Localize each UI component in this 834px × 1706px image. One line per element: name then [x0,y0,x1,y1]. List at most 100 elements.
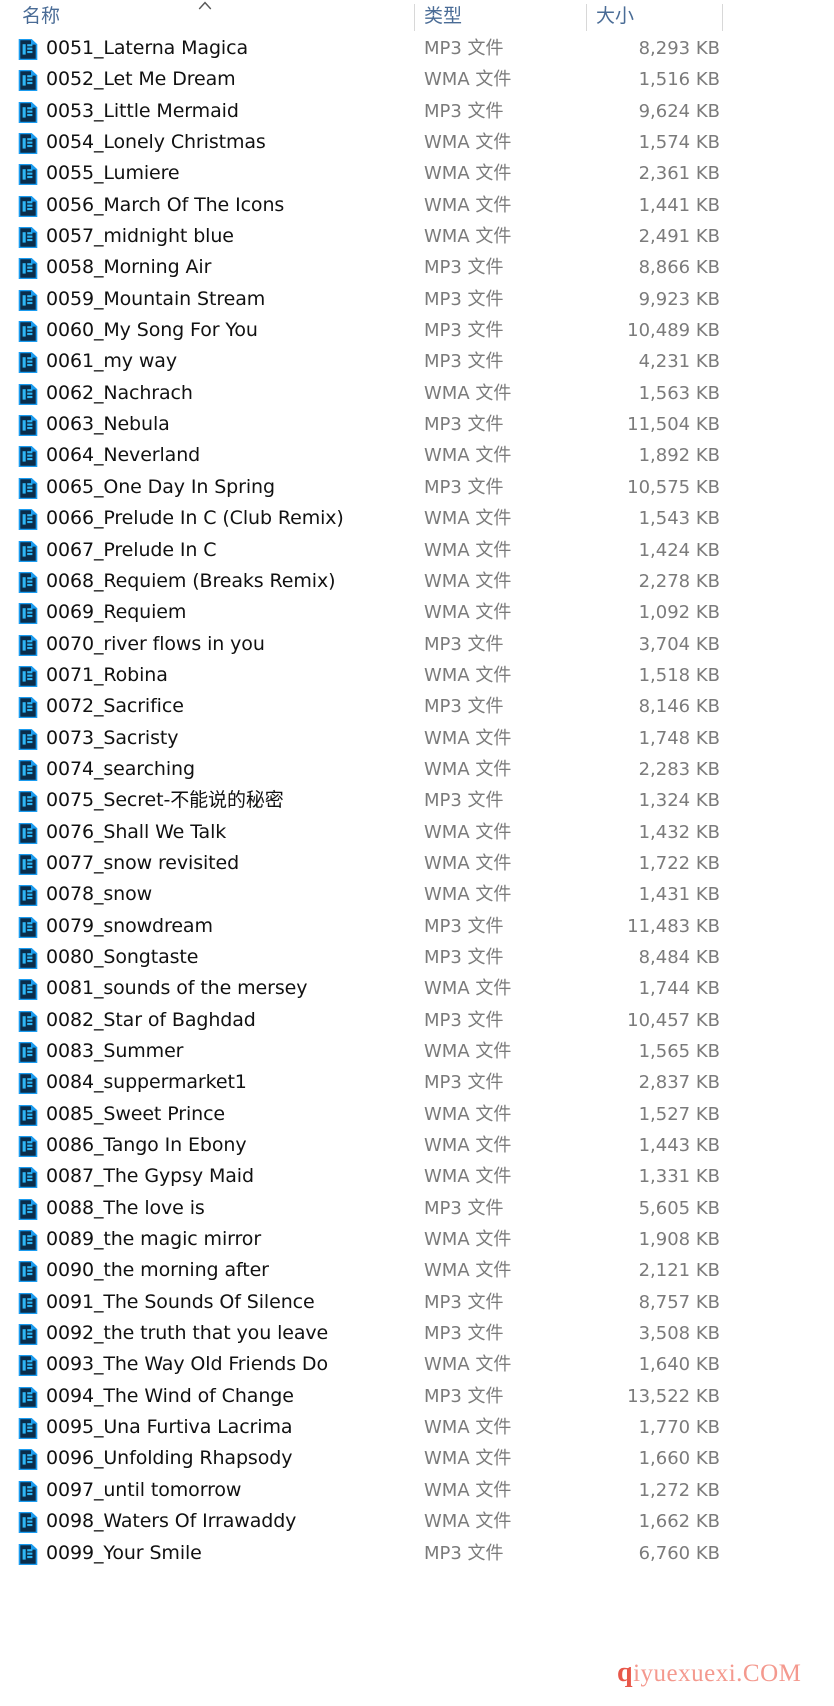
column-divider-1[interactable] [414,4,415,31]
table-row[interactable]: 0061_my way MP3 文件 4,231 KB [0,346,834,377]
table-row[interactable]: 0084_suppermarket1 MP3 文件 2,837 KB [0,1067,834,1098]
file-name-cell[interactable]: 0077_snow revisited [46,848,239,879]
table-row[interactable]: 0077_snow revisited WMA 文件 1,722 KB [0,848,834,879]
table-row[interactable]: 0088_The love is MP3 文件 5,605 KB [0,1193,834,1224]
file-name-cell[interactable]: 0053_Little Mermaid [46,96,239,127]
table-row[interactable]: 0052_Let Me Dream WMA 文件 1,516 KB [0,64,834,95]
file-name-cell[interactable]: 0081_sounds of the mersey [46,973,307,1004]
file-name-cell[interactable]: 0063_Nebula [46,409,170,440]
table-row[interactable]: 0096_Unfolding Rhapsody WMA 文件 1,660 KB [0,1443,834,1474]
file-name-cell[interactable]: 0091_The Sounds Of Silence [46,1287,315,1318]
table-row[interactable]: 0070_river flows in you MP3 文件 3,704 KB [0,629,834,660]
file-name-cell[interactable]: 0097_until tomorrow [46,1475,241,1506]
table-row[interactable]: 0069_Requiem WMA 文件 1,092 KB [0,597,834,628]
file-name-cell[interactable]: 0088_The love is [46,1193,205,1224]
table-row[interactable]: 0086_Tango In Ebony WMA 文件 1,443 KB [0,1130,834,1161]
table-row[interactable]: 0081_sounds of the mersey WMA 文件 1,744 KB [0,973,834,1004]
table-row[interactable]: 0059_Mountain Stream MP3 文件 9,923 KB [0,284,834,315]
table-row[interactable]: 0058_Morning Air MP3 文件 8,866 KB [0,252,834,283]
file-name-cell[interactable]: 0096_Unfolding Rhapsody [46,1443,292,1474]
table-row[interactable]: 0060_My Song For You MP3 文件 10,489 KB [0,315,834,346]
table-row[interactable]: 0073_Sacristy WMA 文件 1,748 KB [0,723,834,754]
table-row[interactable]: 0051_Laterna Magica MP3 文件 8,293 KB [0,33,834,64]
table-row[interactable]: 0095_Una Furtiva Lacrima WMA 文件 1,770 KB [0,1412,834,1443]
column-header-type[interactable]: 类型 [424,0,462,33]
table-row[interactable]: 0072_Sacrifice MP3 文件 8,146 KB [0,691,834,722]
file-name-cell[interactable]: 0069_Requiem [46,597,186,628]
file-name-cell[interactable]: 0061_my way [46,346,177,377]
file-name-cell[interactable]: 0065_One Day In Spring [46,472,275,503]
table-row[interactable]: 0098_Waters Of Irrawaddy WMA 文件 1,662 KB [0,1506,834,1537]
file-name-cell[interactable]: 0089_the magic mirror [46,1224,261,1255]
file-name-cell[interactable]: 0051_Laterna Magica [46,33,248,64]
file-name-cell[interactable]: 0057_midnight blue [46,221,234,252]
table-row[interactable]: 0078_snow WMA 文件 1,431 KB [0,879,834,910]
file-name-cell[interactable]: 0067_Prelude In C [46,535,217,566]
table-row[interactable]: 0094_The Wind of Change MP3 文件 13,522 KB [0,1381,834,1412]
file-name-cell[interactable]: 0066_Prelude In C (Club Remix) [46,503,344,534]
table-row[interactable]: 0092_the truth that you leave MP3 文件 3,508… [0,1318,834,1349]
file-name-cell[interactable]: 0084_suppermarket1 [46,1067,247,1098]
table-row[interactable]: 0075_Secret-不能说的秘密 MP3 文件 1,324 KB [0,785,834,816]
file-name-cell[interactable]: 0056_March Of The Icons [46,190,284,221]
table-row[interactable]: 0062_Nachrach WMA 文件 1,563 KB [0,378,834,409]
file-name-cell[interactable]: 0074_searching [46,754,195,785]
table-row[interactable]: 0063_Nebula MP3 文件 11,504 KB [0,409,834,440]
file-name-cell[interactable]: 0092_the truth that you leave [46,1318,328,1349]
file-name-cell[interactable]: 0058_Morning Air [46,252,211,283]
table-row[interactable]: 0090_the morning after WMA 文件 2,121 KB [0,1255,834,1286]
file-name-cell[interactable]: 0071_Robina [46,660,168,691]
table-row[interactable]: 0083_Summer WMA 文件 1,565 KB [0,1036,834,1067]
file-name-cell[interactable]: 0072_Sacrifice [46,691,184,722]
column-divider-2[interactable] [586,4,587,31]
file-name-cell[interactable]: 0052_Let Me Dream [46,64,236,95]
column-header-size[interactable]: 大小 [596,0,634,33]
table-row[interactable]: 0082_Star of Baghdad MP3 文件 10,457 KB [0,1005,834,1036]
file-name-cell[interactable]: 0054_Lonely Christmas [46,127,266,158]
file-name-cell[interactable]: 0078_snow [46,879,152,910]
file-name-cell[interactable]: 0055_Lumiere [46,158,180,189]
table-row[interactable]: 0091_The Sounds Of Silence MP3 文件 8,757 KB [0,1287,834,1318]
table-row[interactable]: 0089_the magic mirror WMA 文件 1,908 KB [0,1224,834,1255]
table-row[interactable]: 0065_One Day In Spring MP3 文件 10,575 KB [0,472,834,503]
file-name-cell[interactable]: 0075_Secret-不能说的秘密 [46,785,284,816]
file-name-cell[interactable]: 0090_the morning after [46,1255,269,1286]
file-name-cell[interactable]: 0070_river flows in you [46,629,265,660]
file-name-cell[interactable]: 0095_Una Furtiva Lacrima [46,1412,293,1443]
file-name-cell[interactable]: 0064_Neverland [46,440,200,471]
table-row[interactable]: 0076_Shall We Talk WMA 文件 1,432 KB [0,817,834,848]
table-row[interactable]: 0054_Lonely Christmas WMA 文件 1,574 KB [0,127,834,158]
table-row[interactable]: 0064_Neverland WMA 文件 1,892 KB [0,440,834,471]
column-divider-3[interactable] [722,4,723,31]
table-row[interactable]: 0080_Songtaste MP3 文件 8,484 KB [0,942,834,973]
file-name-cell[interactable]: 0086_Tango In Ebony [46,1130,247,1161]
file-name-cell[interactable]: 0060_My Song For You [46,315,258,346]
column-header-name[interactable]: 名称 [22,0,60,33]
file-name-cell[interactable]: 0082_Star of Baghdad [46,1005,256,1036]
table-row[interactable]: 0099_Your Smile MP3 文件 6,760 KB [0,1538,834,1569]
file-name-cell[interactable]: 0079_snowdream [46,911,213,942]
file-name-cell[interactable]: 0094_The Wind of Change [46,1381,294,1412]
table-row[interactable]: 0056_March Of The Icons WMA 文件 1,441 KB [0,190,834,221]
file-name-cell[interactable]: 0073_Sacristy [46,723,178,754]
file-name-cell[interactable]: 0085_Sweet Prince [46,1099,225,1130]
file-name-cell[interactable]: 0076_Shall We Talk [46,817,226,848]
table-row[interactable]: 0074_searching WMA 文件 2,283 KB [0,754,834,785]
table-row[interactable]: 0067_Prelude In C WMA 文件 1,424 KB [0,535,834,566]
table-row[interactable]: 0079_snowdream MP3 文件 11,483 KB [0,911,834,942]
file-name-cell[interactable]: 0087_The Gypsy Maid [46,1161,254,1192]
file-name-cell[interactable]: 0083_Summer [46,1036,183,1067]
table-row[interactable]: 0053_Little Mermaid MP3 文件 9,624 KB [0,96,834,127]
table-row[interactable]: 0068_Requiem (Breaks Remix) WMA 文件 2,278 K… [0,566,834,597]
file-name-cell[interactable]: 0099_Your Smile [46,1538,202,1569]
table-row[interactable]: 0057_midnight blue WMA 文件 2,491 KB [0,221,834,252]
table-row[interactable]: 0071_Robina WMA 文件 1,518 KB [0,660,834,691]
file-name-cell[interactable]: 0062_Nachrach [46,378,193,409]
file-name-cell[interactable]: 0068_Requiem (Breaks Remix) [46,566,336,597]
file-name-cell[interactable]: 0080_Songtaste [46,942,198,973]
file-name-cell[interactable]: 0059_Mountain Stream [46,284,265,315]
table-row[interactable]: 0093_The Way Old Friends Do WMA 文件 1,640 K… [0,1349,834,1380]
table-row[interactable]: 0066_Prelude In C (Club Remix) WMA 文件 1,54… [0,503,834,534]
file-name-cell[interactable]: 0098_Waters Of Irrawaddy [46,1506,296,1537]
table-row[interactable]: 0087_The Gypsy Maid WMA 文件 1,331 KB [0,1161,834,1192]
